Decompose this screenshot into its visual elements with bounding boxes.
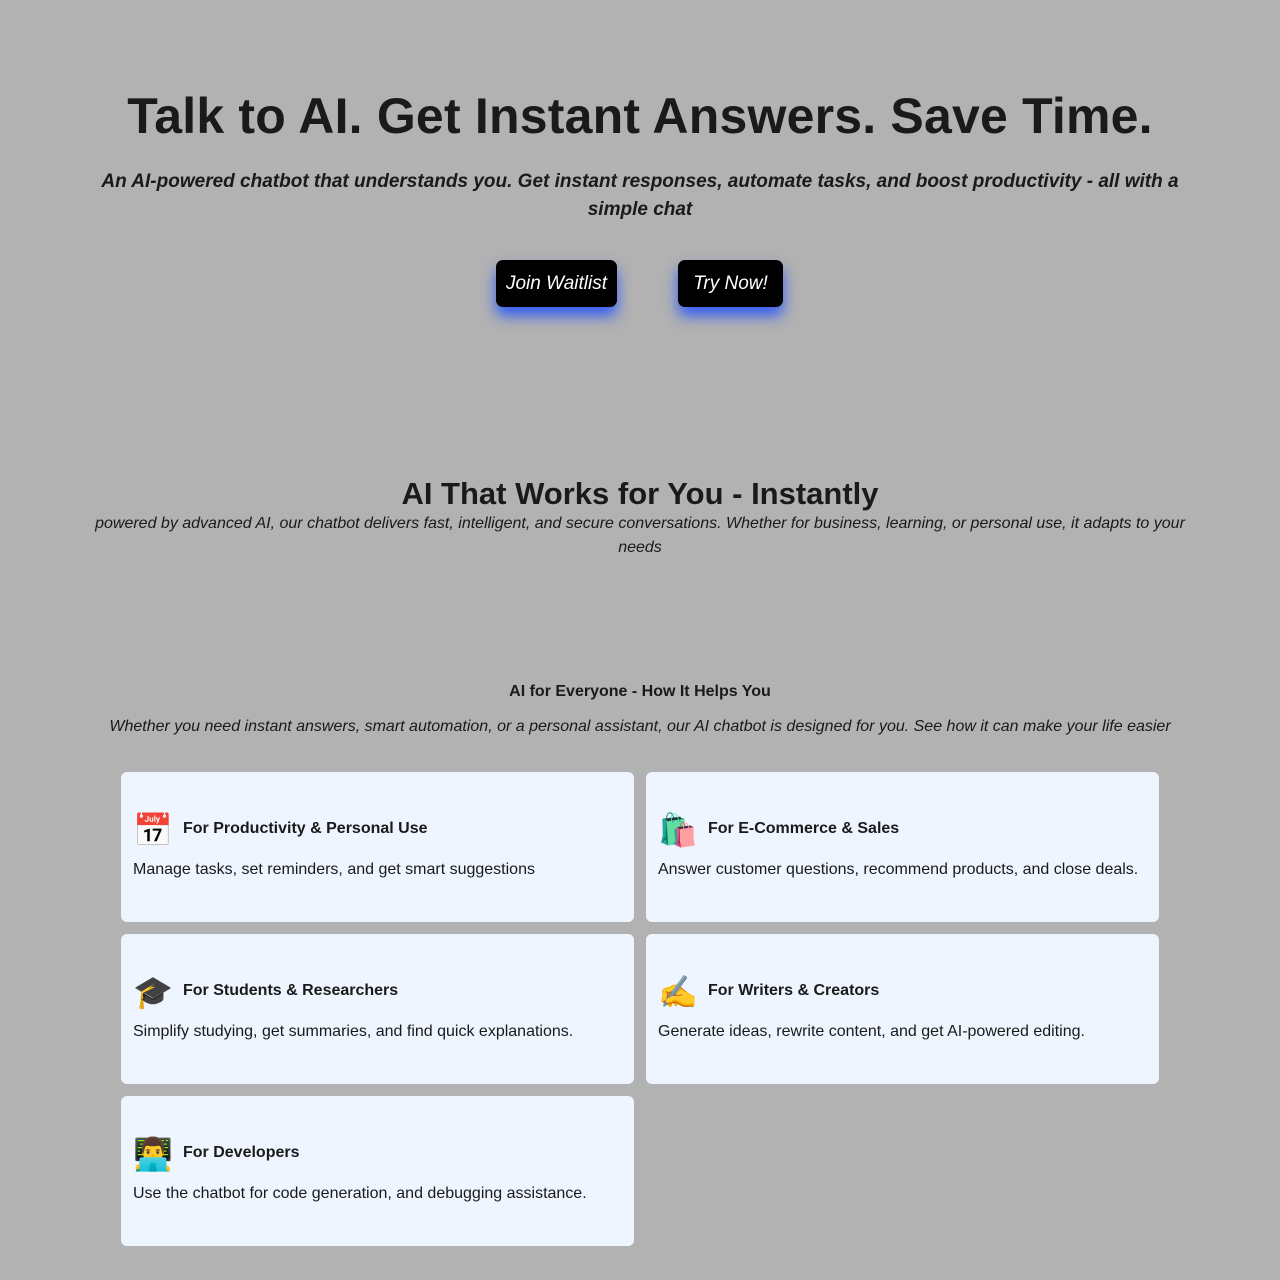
hero-title: Talk to AI. Get Instant Answers. Save Ti… — [127, 88, 1153, 144]
works-description: powered by advanced AI, our chatbot deli… — [95, 515, 1185, 556]
calendar-icon: 📅 — [133, 812, 173, 848]
card-title: For E-Commerce & Sales — [708, 820, 900, 837]
use-case-card-developers: 👨‍💻 For Developers Use the chatbot for c… — [121, 1096, 634, 1246]
use-case-card-ecommerce: 🛍️ For E-Commerce & Sales Answer custome… — [646, 772, 1159, 922]
card-title: For Students & Researchers — [183, 982, 399, 999]
card-title: For Productivity & Personal Use — [183, 820, 428, 837]
works-title: AI That Works for You - Instantly — [401, 476, 879, 511]
use-case-card-writers: ✍️ For Writers & Creators Generate ideas… — [646, 934, 1159, 1084]
try-now-button[interactable]: Try Now! — [678, 260, 783, 307]
card-title: For Writers & Creators — [708, 982, 880, 999]
card-description: Simplify studying, get summaries, and fi… — [133, 1023, 574, 1040]
shopping-bags-icon: 🛍️ — [658, 812, 698, 848]
card-description: Generate ideas, rewrite content, and get… — [658, 1023, 1085, 1040]
hero-subtitle: An AI-powered chatbot that understands y… — [101, 171, 1179, 220]
card-description: Answer customer questions, recommend pro… — [658, 861, 1139, 878]
audience-intro: Whether you need instant answers, smart … — [109, 718, 1171, 735]
use-case-card-productivity: 📅 For Productivity & Personal Use Manage… — [121, 772, 634, 922]
join-waitlist-button[interactable]: Join Waitlist — [496, 260, 617, 307]
use-case-card-students: 🎓 For Students & Researchers Simplify st… — [121, 934, 634, 1084]
graduation-cap-icon: 🎓 — [133, 974, 173, 1010]
card-description: Use the chatbot for code generation, and… — [133, 1185, 587, 1202]
writing-hand-icon: ✍️ — [658, 974, 698, 1010]
card-title: For Developers — [183, 1144, 300, 1161]
audience-title: AI for Everyone - How It Helps You — [509, 683, 771, 700]
developer-icon: 👨‍💻 — [133, 1136, 173, 1172]
card-description: Manage tasks, set reminders, and get sma… — [133, 861, 535, 878]
